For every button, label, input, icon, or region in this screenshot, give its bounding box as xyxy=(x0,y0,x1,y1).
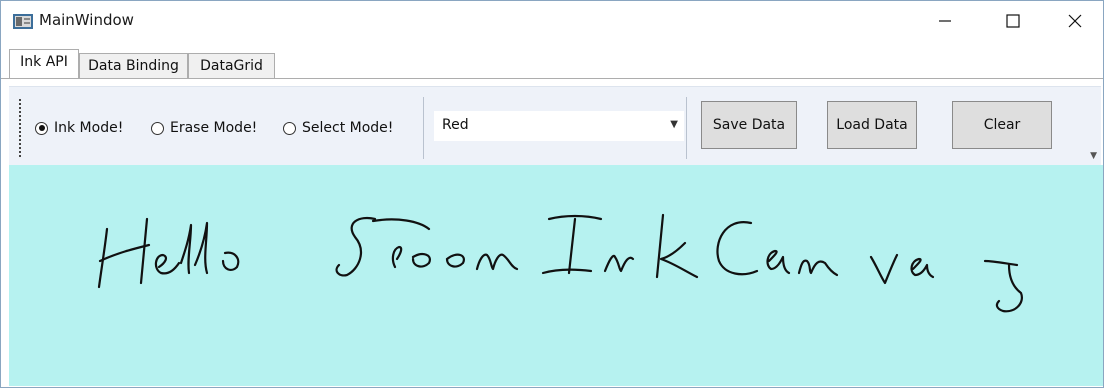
ink-stroke xyxy=(603,254,635,273)
ink-stroke xyxy=(371,218,431,231)
ink-stroke xyxy=(154,253,181,275)
close-button[interactable] xyxy=(1047,1,1103,41)
radio-indicator[interactable] xyxy=(35,121,48,135)
ink-stroke xyxy=(541,268,593,275)
ink-stroke xyxy=(983,259,1019,267)
ink-stroke xyxy=(221,251,240,271)
ink-stroke xyxy=(193,221,209,275)
ink-stroke xyxy=(995,263,1023,313)
ink-stroke xyxy=(139,217,149,285)
ink-stroke xyxy=(391,245,403,269)
radio-indicator[interactable] xyxy=(151,121,164,135)
toolbar-separator xyxy=(423,97,424,159)
main-window: MainWindow Ink API Data Binding DataGrid xyxy=(0,0,1104,388)
chevron-down-icon: ▼ xyxy=(670,119,678,130)
ink-mode-label: Ink Mode! xyxy=(54,120,124,136)
toolbar-separator xyxy=(686,97,687,159)
ink-stroke xyxy=(567,217,577,275)
ink-stroke xyxy=(98,243,151,263)
color-select-value: Red xyxy=(442,117,469,133)
maximize-icon xyxy=(1006,14,1020,28)
close-icon xyxy=(1068,14,1082,28)
load-data-button[interactable]: Load Data xyxy=(827,101,917,149)
ink-stroke xyxy=(179,223,193,275)
tab-data-binding[interactable]: Data Binding xyxy=(79,53,188,79)
ink-stroke xyxy=(475,253,519,271)
ink-stroke xyxy=(655,213,665,279)
tab-divider xyxy=(1,78,1103,79)
minimize-icon xyxy=(939,20,951,22)
tab-strip: Ink API Data Binding DataGrid xyxy=(1,41,1103,79)
maximize-button[interactable] xyxy=(985,1,1041,41)
toolbar-grip[interactable] xyxy=(19,99,21,157)
ink-stroke xyxy=(766,249,791,275)
clear-button[interactable]: Clear xyxy=(952,101,1052,149)
ink-stroke xyxy=(910,257,935,279)
tab-datagrid[interactable]: DataGrid xyxy=(188,53,275,79)
erase-mode-radio[interactable]: Erase Mode! xyxy=(151,117,257,139)
tab-ink-api[interactable]: Ink API xyxy=(9,49,79,79)
erase-mode-label: Erase Mode! xyxy=(170,120,258,136)
ink-canvas[interactable] xyxy=(9,165,1103,386)
ink-stroke xyxy=(716,221,759,276)
color-select[interactable]: Red ▼ xyxy=(434,111,684,141)
ink-stroke xyxy=(659,241,699,279)
toolbar: Ink Mode! Erase Mode! Select Mode! Red ▼… xyxy=(9,86,1101,165)
window-title: MainWindow xyxy=(39,11,134,29)
overflow-icon[interactable]: ▼ xyxy=(1090,151,1097,161)
ink-stroke xyxy=(445,253,465,268)
ink-strokes xyxy=(97,213,1023,313)
ink-stroke xyxy=(797,259,839,277)
select-mode-radio[interactable]: Select Mode! xyxy=(283,117,393,139)
ink-stroke xyxy=(411,253,431,268)
app-icon xyxy=(13,14,33,29)
save-data-button[interactable]: Save Data xyxy=(701,101,797,149)
select-mode-label: Select Mode! xyxy=(302,120,394,136)
ink-stroke xyxy=(869,253,899,285)
radio-indicator[interactable] xyxy=(283,121,296,135)
ink-stroke xyxy=(335,216,377,277)
ink-mode-radio[interactable]: Ink Mode! xyxy=(35,117,123,139)
title-bar[interactable]: MainWindow xyxy=(1,1,1103,41)
minimize-button[interactable] xyxy=(917,1,973,41)
